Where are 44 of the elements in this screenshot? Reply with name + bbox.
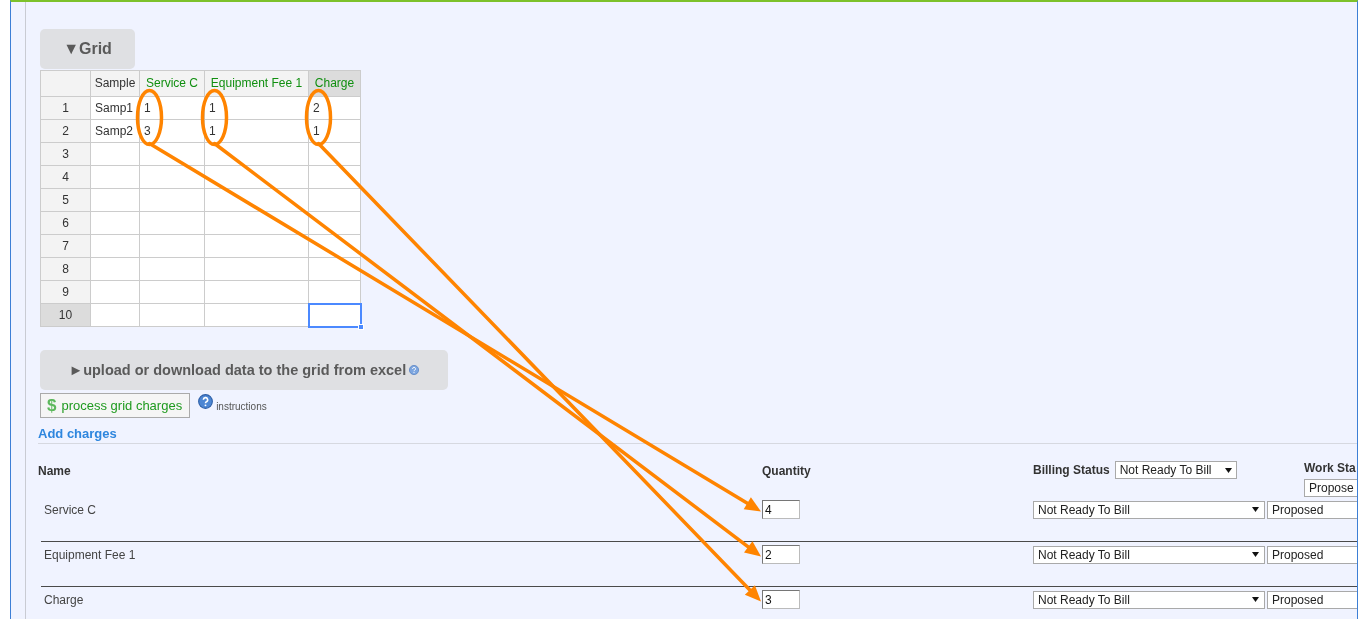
column-header: Name xyxy=(38,464,71,478)
work-status-select[interactable]: Proposed xyxy=(1267,545,1357,564)
row-header[interactable]: 2 xyxy=(40,119,91,143)
caret-icon xyxy=(1252,507,1259,512)
billing-status-filter-select[interactable]: Not Ready To Bill xyxy=(1114,461,1237,479)
column-header: Work Sta xyxy=(1304,461,1357,476)
work-status-filter-select[interactable]: Propose xyxy=(1304,479,1357,497)
fill-handle[interactable] xyxy=(358,324,364,330)
quantity-input[interactable]: 3 xyxy=(762,590,800,609)
caret-icon xyxy=(1224,467,1232,473)
row-header[interactable]: 8 xyxy=(40,257,91,281)
row-header[interactable]: 4 xyxy=(40,165,91,189)
help-icon[interactable] xyxy=(198,394,214,409)
instructions-link[interactable]: instructions xyxy=(216,401,267,412)
work-status-select[interactable]: Proposed xyxy=(1267,500,1357,519)
excel-toggle-button[interactable]: ►upload or download data to the grid from excel xyxy=(40,350,448,390)
charge-name: Service C xyxy=(44,502,96,517)
row-header[interactable]: 9 xyxy=(40,280,91,304)
row-header[interactable]: 5 xyxy=(40,188,91,212)
billing-status-select[interactable]: Not Ready To Bill xyxy=(1033,590,1265,609)
row-header[interactable]: 10 xyxy=(40,303,91,327)
quantity-input[interactable]: 4 xyxy=(762,500,800,519)
billing-status-select[interactable]: Not Ready To Bill xyxy=(1033,545,1265,564)
grid-toggle-button[interactable]: ▼Grid xyxy=(40,29,135,69)
row-header[interactable]: 7 xyxy=(40,234,91,258)
column-header[interactable]: Sample xyxy=(90,70,140,97)
column-header[interactable]: Equipment Fee 1 xyxy=(204,70,309,97)
charge-name: Charge xyxy=(44,592,84,607)
column-header[interactable]: Service C xyxy=(139,70,205,97)
charge-name: Equipment Fee 1 xyxy=(44,547,136,562)
column-header: Billing Status xyxy=(1033,462,1110,479)
row-header[interactable]: 3 xyxy=(40,142,91,166)
caret-icon xyxy=(1252,597,1259,602)
caret-icon xyxy=(1252,552,1259,557)
row-header[interactable]: 1 xyxy=(40,96,91,120)
row-header[interactable]: 6 xyxy=(40,211,91,235)
grid-cell[interactable] xyxy=(308,303,361,327)
billing-status-select[interactable]: Not Ready To Bill xyxy=(1033,500,1265,519)
dollar-icon: $ xyxy=(47,397,57,414)
column-header: Quantity xyxy=(762,464,811,478)
work-status-select[interactable]: Proposed xyxy=(1267,590,1357,609)
help-icon[interactable] xyxy=(409,365,420,375)
grid-corner-header xyxy=(40,70,91,97)
quantity-input[interactable]: 2 xyxy=(762,545,800,564)
